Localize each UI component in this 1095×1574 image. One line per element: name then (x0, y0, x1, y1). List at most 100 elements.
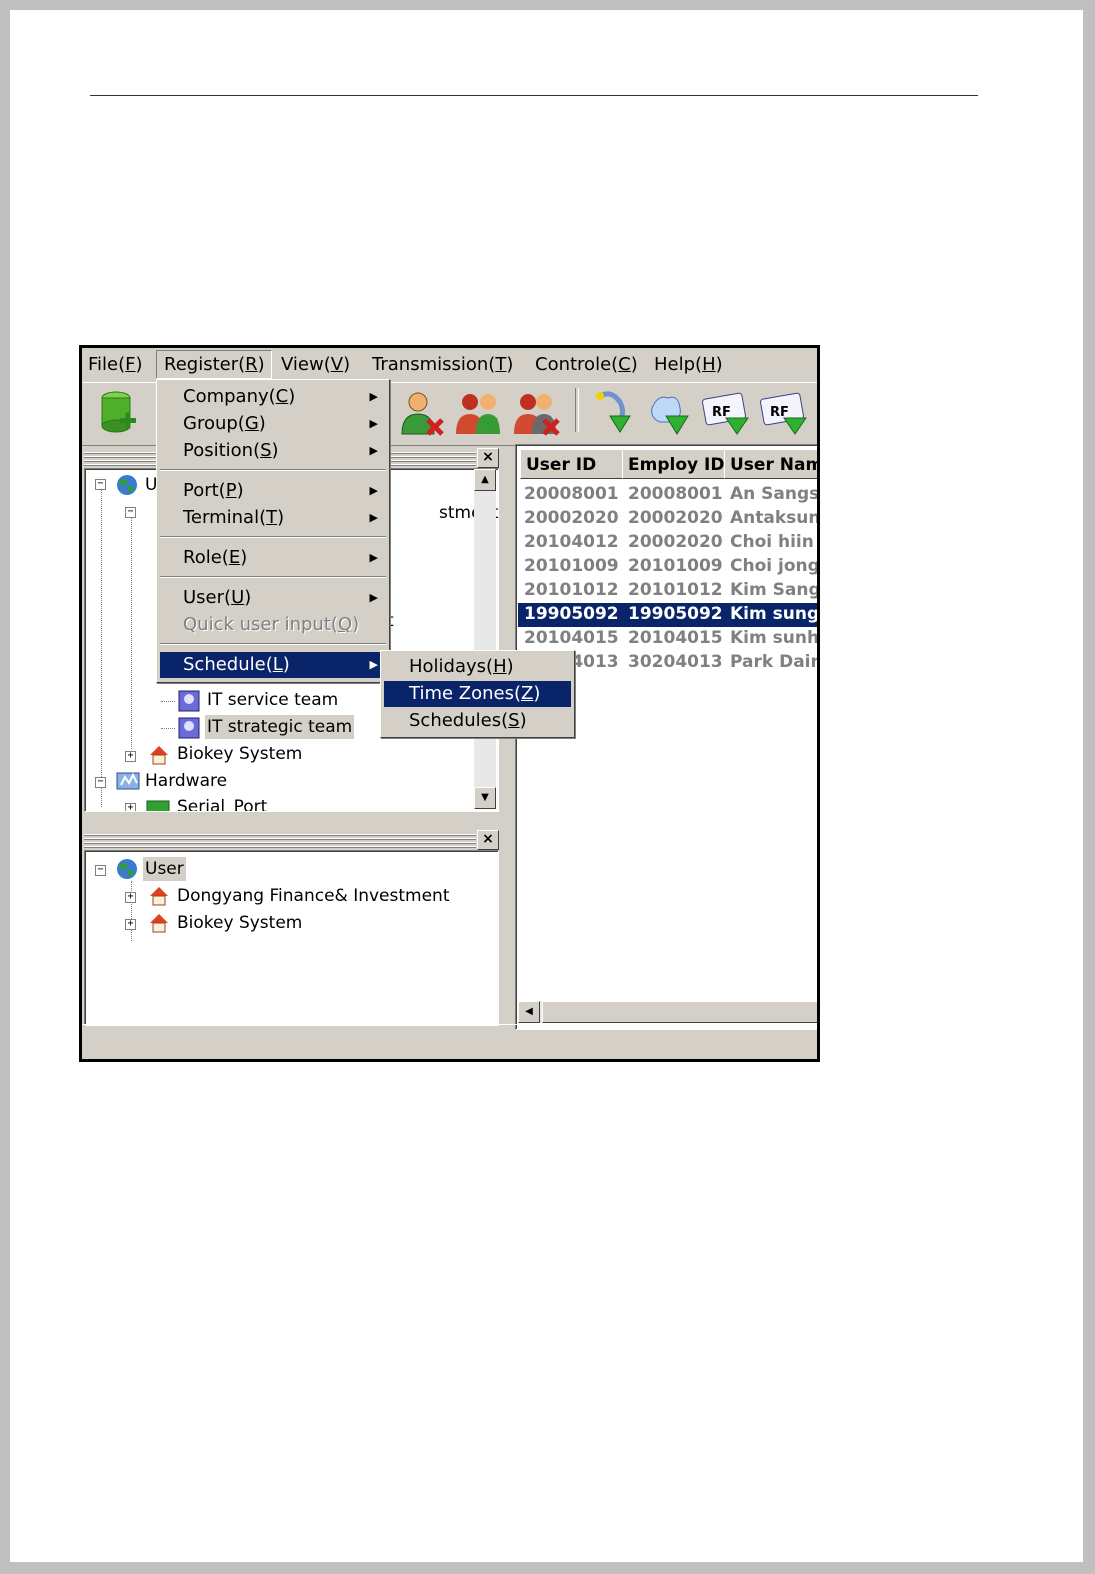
menu-separator (160, 576, 386, 578)
house-icon (150, 914, 168, 933)
fingerprint-download-icon[interactable] (588, 388, 638, 438)
submenu-item-time-zones[interactable]: Time Zones(Z) (384, 681, 571, 707)
panel-grip[interactable] (84, 834, 476, 848)
table-cell: Park Dain (730, 652, 820, 672)
database-add-icon[interactable] (98, 388, 140, 438)
submenu-item-holidays[interactable]: Holidays(H) (384, 654, 571, 680)
horizontal-scrollbar[interactable]: ◀ (518, 1001, 817, 1023)
expand-icon[interactable]: + (125, 892, 136, 903)
schedule-submenu: Holidays(H) Time Zones(Z) Schedules(S) (380, 650, 575, 738)
register-menu: Company(C) ▶ Group(G) ▶ Position(S) ▶ Port(… (156, 379, 390, 683)
close-panel-button[interactable]: × (477, 830, 499, 850)
table-cell: 19905092 (524, 604, 619, 624)
menu-item-schedule[interactable]: Schedule(L) ▶ (160, 652, 386, 678)
menu-item-port[interactable]: Port(P) ▶ (160, 478, 386, 504)
table-cell: 20101009 (524, 556, 619, 576)
hand-download-icon[interactable] (644, 388, 694, 438)
tree-item-it-strategic[interactable]: IT strategic team (205, 715, 355, 739)
table-cell: 20002020 (628, 532, 723, 552)
table-cell: 30204013 (628, 652, 723, 672)
table-cell: 19905092 (628, 604, 723, 624)
team-icon (178, 690, 200, 712)
menu-register[interactable]: Register(R) (156, 350, 272, 379)
table-cell: Antaksung (730, 508, 820, 528)
close-panel-button[interactable]: × (477, 448, 499, 468)
col-header-user-id[interactable]: User ID (520, 449, 624, 479)
table-cell: 20104015 (524, 628, 619, 648)
table-cell: An Sangsu (730, 484, 820, 504)
col-header-user-name[interactable]: User Name (724, 449, 817, 479)
menu-controle[interactable]: Controle(C) (535, 354, 638, 375)
menu-separator (160, 536, 386, 538)
table-cell: Choi hiin (730, 532, 814, 552)
tree-item-biokey[interactable]: Biokey System (177, 742, 302, 766)
rf-card-download-icon[interactable]: RF (702, 388, 754, 438)
table-cell: 20104012 (524, 532, 619, 552)
tree-item-it-service[interactable]: IT service team (207, 688, 338, 712)
collapse-icon[interactable]: − (95, 865, 106, 876)
tree-item-dongyang[interactable]: Dongyang Finance& Investment (177, 884, 450, 908)
vertical-scrollbar[interactable]: ▲ ▼ (474, 469, 496, 809)
table-row[interactable]: 20104012 20002020 Choi hiin (518, 531, 817, 555)
collapse-icon[interactable]: − (95, 479, 106, 490)
menu-item-user[interactable]: User(U) ▶ (160, 585, 386, 611)
toolbar-separator (575, 388, 579, 432)
scroll-thumb[interactable] (542, 1001, 817, 1023)
app-screenshot: File(F) Register(R) View(V) Transmission… (79, 345, 820, 1062)
menu-separator (160, 469, 386, 471)
menu-transmission[interactable]: Transmission(T) (372, 354, 513, 375)
scroll-left-icon[interactable]: ◀ (518, 1001, 540, 1023)
expand-icon[interactable]: + (125, 919, 136, 930)
tree-item-serial-port[interactable]: Serial_Port (177, 795, 267, 811)
table-row[interactable]: 20002020 20002020 Antaksung (518, 507, 820, 531)
table-cell: 20101012 (628, 580, 723, 600)
user-delete-icon[interactable] (398, 388, 448, 438)
globe-icon (117, 475, 137, 495)
menu-bar: File(F) Register(R) View(V) Transmission… (82, 348, 817, 382)
table-cell: Kim Sangm (730, 580, 820, 600)
hardware-icon (116, 772, 140, 790)
menu-item-quick-user-input: Quick user input(Q) (183, 614, 360, 635)
col-header-employ-id[interactable]: Employ ID (622, 449, 726, 479)
menu-help[interactable]: Help(H) (654, 354, 723, 375)
table-cell: Choi jonghi (730, 556, 820, 576)
table-cell: 20008001 (524, 484, 619, 504)
scroll-up-icon[interactable]: ▲ (474, 469, 496, 491)
table-cell: Kim sunga (730, 604, 820, 624)
expand-icon[interactable]: + (125, 803, 136, 811)
scroll-down-icon[interactable]: ▼ (474, 787, 496, 809)
table-row[interactable]: 20101012 20101012 Kim Sangm (518, 579, 820, 603)
users-remove-icon[interactable] (512, 388, 564, 438)
menu-separator (160, 643, 386, 645)
menu-item-group[interactable]: Group(G) ▶ (160, 411, 386, 437)
table-cell: 20104015 (628, 628, 723, 648)
submenu-item-schedules[interactable]: Schedules(S) (384, 708, 571, 734)
menu-item-role[interactable]: Role(E) ▶ (160, 545, 386, 571)
tree-item-hardware[interactable]: Hardware (145, 769, 227, 793)
menu-item-company[interactable]: Company(C) ▶ (160, 384, 386, 410)
table-cell: 20002020 (628, 508, 723, 528)
menu-view[interactable]: View(V) (281, 354, 350, 375)
rf-card-upload-icon[interactable]: RF (760, 388, 812, 438)
table-cell: 20008001 (628, 484, 723, 504)
table-row[interactable]: 20104015 20104015 Kim sunho (518, 627, 820, 651)
table-row[interactable]: 19905092 19905092 Kim sunga (518, 603, 820, 627)
status-bar (82, 1024, 817, 1059)
menu-item-terminal[interactable]: Terminal(T) ▶ (160, 505, 386, 531)
header-rule (90, 95, 978, 96)
table-cell: Kim sunho (730, 628, 820, 648)
menu-file[interactable]: File(F) (88, 354, 143, 375)
tree-root-user[interactable]: User (143, 857, 186, 881)
table-row[interactable]: 20008001 20008001 An Sangsu (518, 483, 820, 507)
tree-panel-bottom: − User + Dongyang Finance& Investment + … (84, 850, 499, 1026)
globe-icon (117, 859, 137, 879)
house-icon (150, 746, 168, 765)
tree-item-biokey[interactable]: Biokey System (177, 911, 302, 935)
collapse-icon[interactable]: − (125, 507, 136, 518)
menu-item-position[interactable]: Position(S) ▶ (160, 438, 386, 464)
expand-icon[interactable]: + (125, 751, 136, 762)
table-row[interactable]: 20101009 20101009 Choi jonghi (518, 555, 820, 579)
team-icon (178, 717, 200, 739)
collapse-icon[interactable]: − (95, 777, 106, 788)
users-transfer-icon[interactable] (454, 388, 506, 438)
